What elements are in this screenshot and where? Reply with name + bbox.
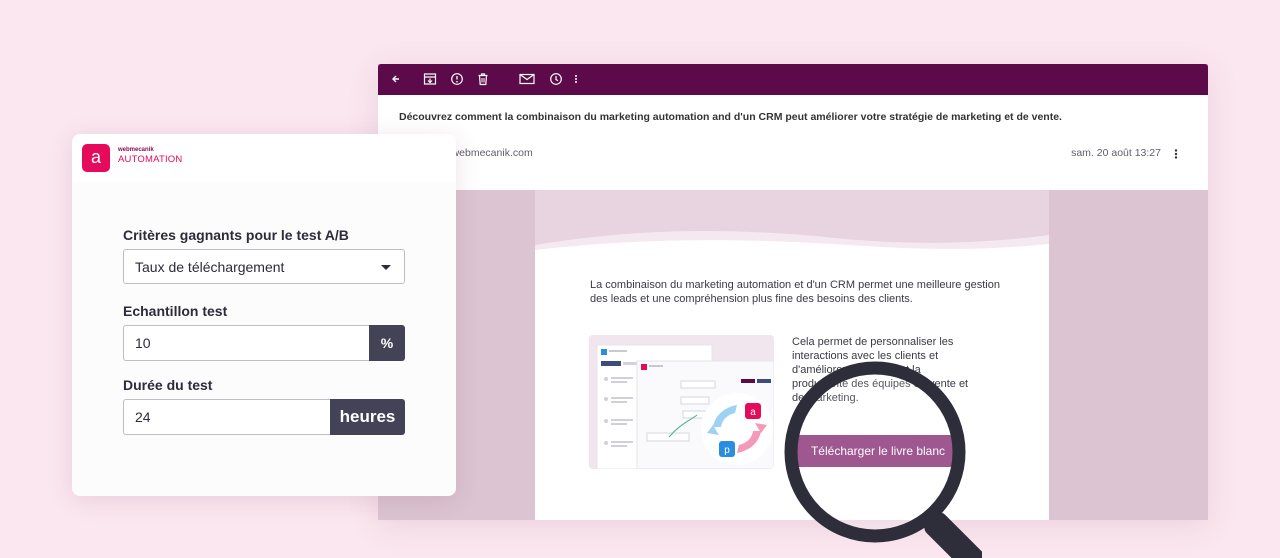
- archive-icon[interactable]: [423, 72, 437, 86]
- email-body: La combinaison du marketing automation e…: [535, 190, 1049, 520]
- email-side-text: Cela permet de personnaliser les interac…: [792, 336, 969, 404]
- criteria-select-value: Taux de téléchargement: [135, 259, 285, 275]
- criteria-select[interactable]: Taux de téléchargement: [123, 249, 405, 284]
- email-date: sam. 20 août 13:27: [1071, 147, 1161, 159]
- sample-input-value: 10: [135, 335, 151, 351]
- email-header: Découvrez comment la combinaison du mark…: [378, 95, 1208, 190]
- sample-label: Echantillon test: [123, 303, 228, 319]
- duration-label: Durée du test: [123, 377, 213, 393]
- email-toolbar: [378, 64, 1208, 95]
- webmecanik-logo-icon: a: [82, 144, 110, 172]
- criteria-label: Critères gagnants pour le test A/B: [123, 227, 349, 243]
- header-wave: [535, 190, 1049, 250]
- crm-workflow-image: a p: [589, 335, 774, 469]
- duration-input-value: 24: [135, 409, 151, 425]
- clock-icon[interactable]: [549, 72, 563, 86]
- caret-down-icon: [381, 265, 391, 270]
- duration-input-group: 24 heures: [123, 399, 405, 435]
- card-body: Critères gagnants pour le test A/B Taux …: [72, 182, 456, 496]
- more-vertical-icon[interactable]: [573, 72, 579, 86]
- email-subject: Découvrez comment la combinaison du mark…: [399, 111, 1062, 123]
- mail-icon[interactable]: [519, 72, 535, 86]
- sample-input-group: 10 %: [123, 325, 405, 361]
- sample-input[interactable]: 10: [123, 325, 369, 361]
- report-icon[interactable]: [450, 72, 464, 86]
- email-intro-text: La combinaison du marketing automation e…: [590, 279, 1000, 305]
- sample-unit-addon: %: [369, 325, 405, 361]
- logo-brand-name: webmecanik: [118, 147, 154, 153]
- logo-product-name: AUTOMATION: [118, 154, 183, 165]
- download-whitepaper-button[interactable]: Télécharger le livre blanc: [797, 435, 959, 467]
- back-arrow-icon[interactable]: [391, 72, 401, 86]
- svg-text:p: p: [724, 445, 730, 456]
- more-vertical-icon[interactable]: [1173, 147, 1179, 161]
- svg-text:a: a: [750, 407, 756, 418]
- duration-unit-addon: heures: [330, 399, 405, 435]
- trash-icon[interactable]: [476, 72, 490, 86]
- ab-test-settings-card: a webmecanik AUTOMATION Critères gagnant…: [72, 134, 456, 496]
- email-window: Découvrez comment la combinaison du mark…: [378, 64, 1208, 520]
- card-header: a webmecanik AUTOMATION: [72, 134, 456, 182]
- duration-input[interactable]: 24: [123, 399, 330, 435]
